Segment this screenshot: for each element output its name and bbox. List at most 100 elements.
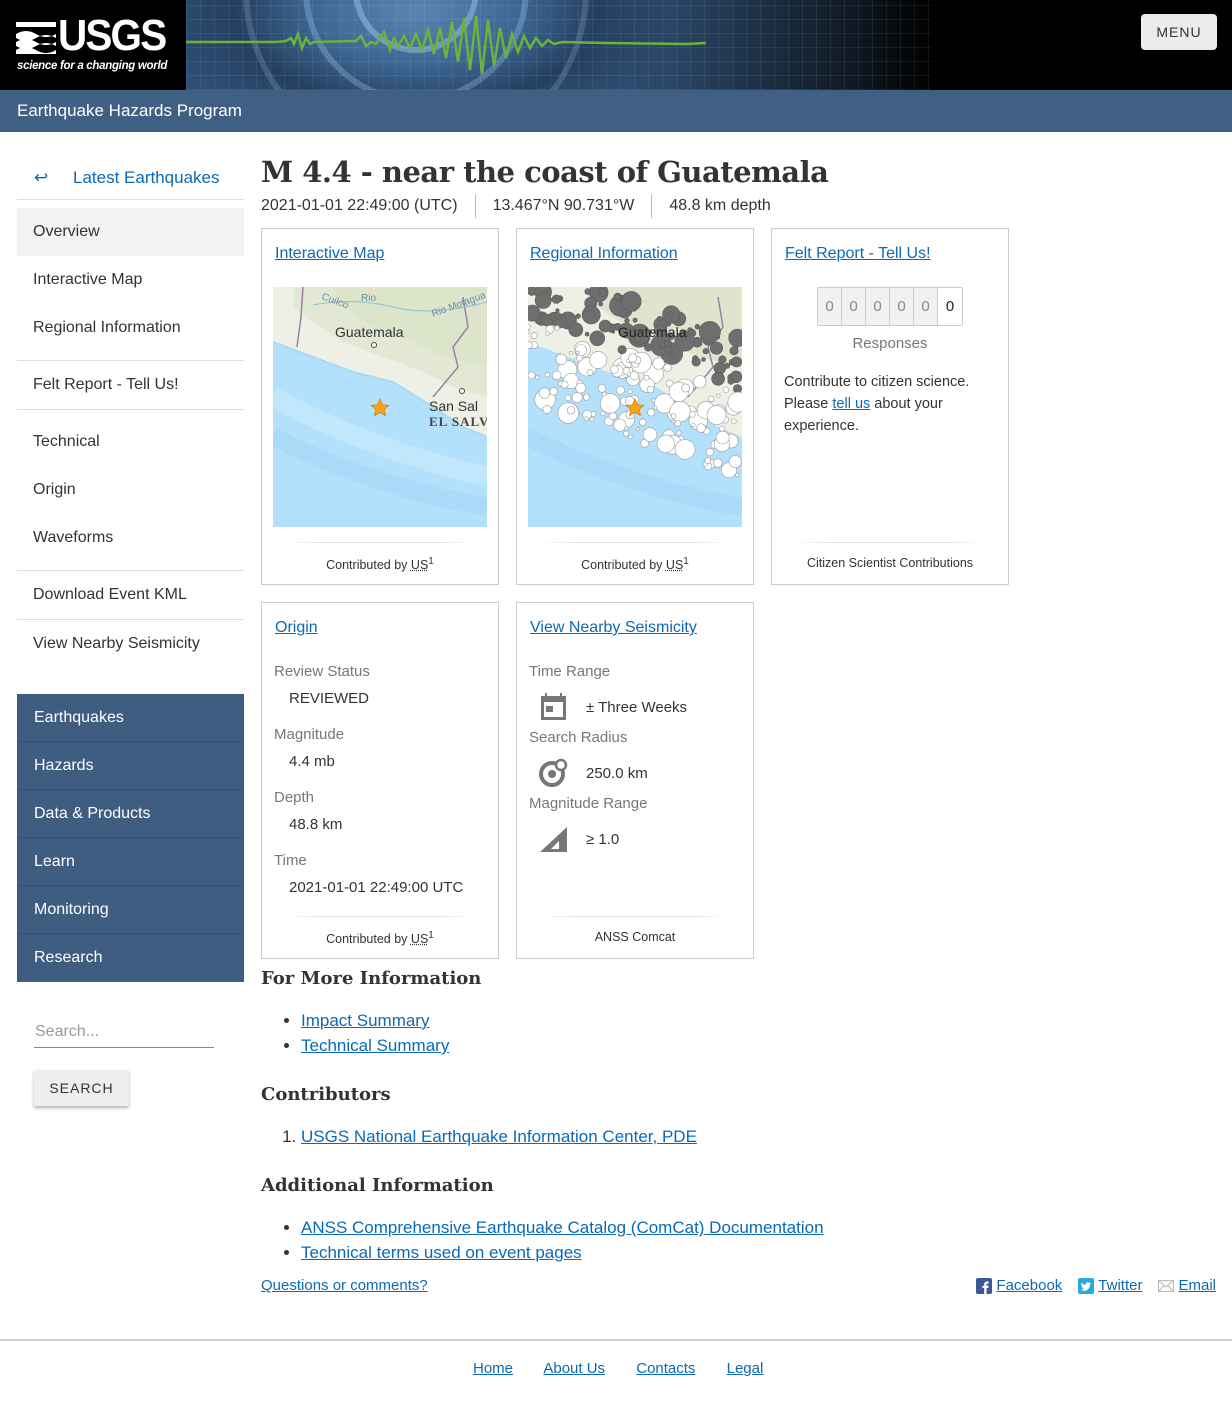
search-input[interactable]	[34, 1016, 214, 1048]
comcat-documentation-link[interactable]: ANSS Comprehensive Earthquake Catalog (C…	[301, 1218, 824, 1237]
questions-comments-link[interactable]: Questions or comments?	[261, 1277, 428, 1294]
earthquake-marker	[629, 371, 639, 381]
email-link[interactable]: Email	[1158, 1277, 1216, 1294]
contributor-link[interactable]: USGS National Earthquake Information Cen…	[301, 1127, 697, 1146]
calendar-icon	[541, 693, 566, 720]
twitter-label: Twitter	[1098, 1277, 1143, 1294]
earthquake-marker	[584, 331, 590, 337]
additional-information-section: Additional Information ANSS Comprehensiv…	[261, 1175, 1216, 1265]
sidebar-item-origin[interactable]: Origin	[17, 466, 244, 514]
section-nav-learn[interactable]: Learn	[17, 838, 244, 886]
footer-legal-link[interactable]: Legal	[727, 1360, 764, 1377]
sidebar-item-nearby-seismicity[interactable]: View Nearby Seismicity	[17, 620, 244, 668]
menu-button[interactable]: MENU	[1141, 14, 1217, 50]
earthquake-marker	[727, 377, 735, 385]
sidebar-item-waveforms[interactable]: Waveforms	[17, 514, 244, 562]
regional-map-thumbnail[interactable]: Guatemala	[528, 287, 742, 527]
nearby-seismicity-params: Time Range ± Three Weeks Search Radius 2…	[529, 663, 753, 861]
tell-us-link[interactable]: tell us	[832, 396, 870, 412]
interactive-map-link[interactable]: Interactive Map	[275, 245, 384, 263]
felt-report-link[interactable]: Felt Report - Tell Us!	[785, 245, 931, 263]
footer-contacts-link[interactable]: Contacts	[636, 1360, 695, 1377]
footer-about-us-link[interactable]: About Us	[543, 1360, 605, 1377]
list-item: Technical terms used on event pages	[301, 1240, 1216, 1265]
map-label-el-salvador: EL SALV	[429, 414, 487, 429]
technical-terms-link[interactable]: Technical terms used on event pages	[301, 1243, 582, 1262]
twitter-link[interactable]: Twitter	[1078, 1277, 1142, 1294]
earthquake-marker	[626, 372, 631, 377]
seismogram-banner	[186, 0, 931, 90]
counter-digit: 0	[914, 288, 938, 325]
contributor-abbr[interactable]: US	[411, 932, 428, 946]
sidebar-item-interactive-map[interactable]: Interactive Map	[17, 256, 244, 304]
earthquake-marker	[528, 341, 533, 349]
earthquake-marker	[616, 385, 625, 395]
section-nav-monitoring[interactable]: Monitoring	[17, 886, 244, 934]
list-item: USGS National Earthquake Information Cen…	[301, 1124, 1216, 1149]
more-information-heading: For More Information	[261, 968, 482, 989]
map-image: Cuilco Rio Rio Motagua Guatemala San Sal…	[273, 287, 487, 527]
earthquake-marker	[598, 301, 603, 307]
usgs-logo[interactable]: USGS science for a changing world	[16, 12, 172, 76]
search-button[interactable]: SEARCH	[34, 1070, 129, 1106]
earthquake-marker	[624, 317, 630, 324]
origin-link[interactable]: Origin	[275, 619, 318, 637]
earthquake-marker	[568, 351, 573, 355]
sidebar-item-overview[interactable]: Overview	[17, 208, 244, 256]
section-nav-earthquakes[interactable]: Earthquakes	[17, 694, 244, 742]
earthquake-marker	[643, 374, 650, 381]
contributed-by-label: Contributed by	[326, 558, 408, 573]
sidebar-item-technical[interactable]: Technical	[17, 418, 244, 466]
earthquake-marker	[708, 395, 715, 402]
earthquake-marker	[694, 323, 701, 330]
earthquake-marker	[613, 418, 627, 432]
regional-information-link[interactable]: Regional Information	[530, 245, 678, 263]
earthquake-marker	[729, 346, 739, 356]
earthquake-marker	[528, 324, 531, 330]
earthquake-marker	[535, 375, 540, 380]
earthquake-marker	[663, 363, 672, 372]
earthquake-marker	[731, 356, 742, 368]
felt-report-description: Contribute to citizen science. Please te…	[784, 371, 998, 437]
section-nav-data-products[interactable]: Data & Products	[17, 790, 244, 838]
review-status-label: Review Status	[274, 663, 370, 680]
program-title[interactable]: Earthquake Hazards Program	[17, 101, 242, 120]
nearby-seismicity-link[interactable]: View Nearby Seismicity	[530, 619, 697, 637]
contributors-section: Contributors USGS National Earthquake In…	[261, 1084, 1216, 1149]
earthquake-marker	[715, 430, 730, 445]
contributor-ref: 1	[683, 556, 689, 567]
footer-home-link[interactable]: Home	[473, 1360, 513, 1377]
earthquake-marker	[696, 423, 706, 433]
earthquake-marker	[534, 291, 552, 309]
earthquake-marker	[653, 405, 658, 410]
section-nav-hazards[interactable]: Hazards	[17, 742, 244, 790]
logo-text: USGS	[58, 11, 167, 60]
earthquake-marker	[549, 387, 558, 396]
technical-summary-link[interactable]: Technical Summary	[301, 1036, 449, 1055]
contributed-by-label: Contributed by	[326, 932, 408, 947]
earthquake-marker	[600, 410, 606, 417]
earthquake-marker	[652, 357, 665, 370]
earthquake-marker	[598, 319, 612, 333]
sidebar-item-download-kml[interactable]: Download Event KML	[17, 571, 244, 619]
earthquake-marker	[693, 375, 707, 389]
sidebar: ↩ Latest Earthquakes Overview Interactiv…	[17, 156, 244, 1106]
interactive-map-thumbnail[interactable]: Cuilco Rio Rio Motagua Guatemala San Sal…	[273, 287, 487, 527]
latest-earthquakes-link[interactable]: ↩ Latest Earthquakes	[17, 156, 244, 200]
magnitude-ramp-icon	[540, 827, 567, 852]
facebook-link[interactable]: Facebook	[976, 1277, 1062, 1294]
sidebar-item-felt-report[interactable]: Felt Report - Tell Us!	[17, 361, 244, 409]
logo-tagline: science for a changing world	[17, 60, 168, 72]
earthquake-marker	[711, 372, 725, 386]
earthquake-marker	[636, 427, 640, 431]
time-label: Time	[274, 852, 307, 869]
sidebar-item-regional-information[interactable]: Regional Information	[17, 304, 244, 352]
section-nav-research[interactable]: Research	[17, 934, 244, 982]
contributor-abbr[interactable]: US	[411, 558, 428, 572]
impact-summary-link[interactable]: Impact Summary	[301, 1011, 429, 1030]
earthquake-marker	[716, 393, 721, 398]
earthquake-marker	[544, 372, 550, 378]
earthquake-marker	[584, 288, 592, 295]
contributor-abbr[interactable]: US	[666, 558, 683, 572]
felt-report-footer: Citizen Scientist Contributions	[772, 542, 1008, 584]
